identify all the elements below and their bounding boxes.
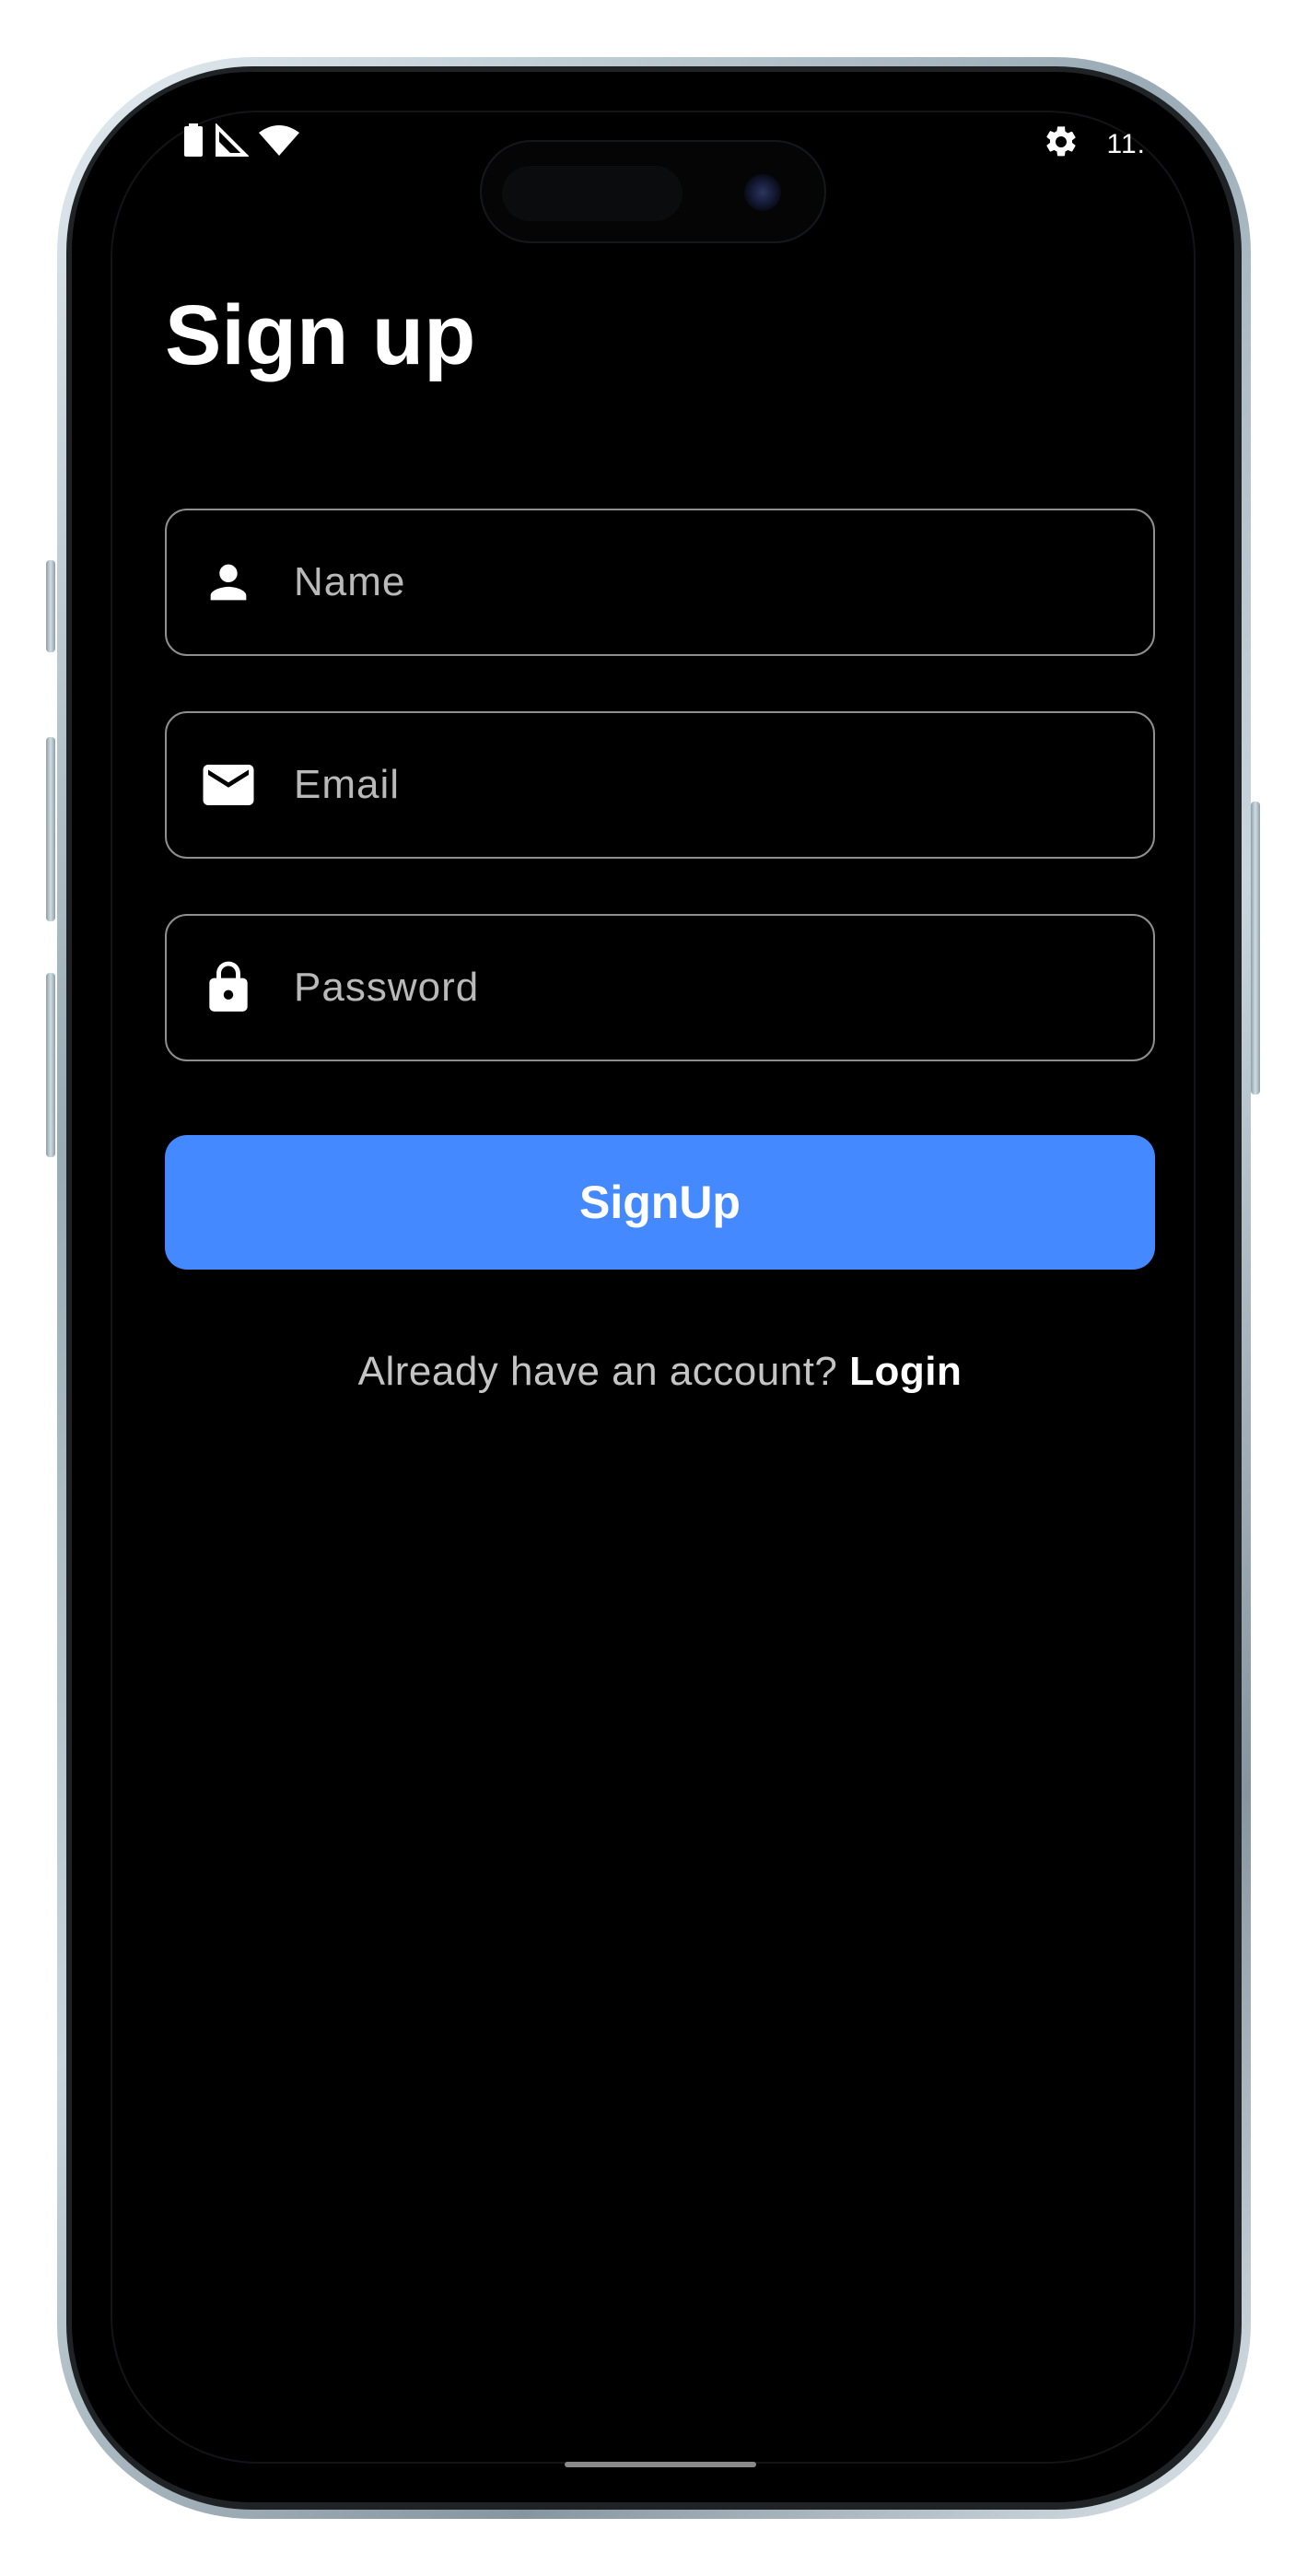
status-bar-left: [182, 123, 300, 161]
login-prompt-row: Already have an account? Login: [165, 1349, 1155, 1395]
screen-edge: [111, 111, 1196, 2464]
volume-up-button: [46, 737, 55, 921]
power-button: [1251, 802, 1260, 1095]
email-input[interactable]: [294, 762, 1126, 808]
login-prompt-text: Already have an account?: [357, 1349, 850, 1394]
lock-icon: [198, 957, 259, 1018]
front-camera: [744, 174, 781, 211]
volume-down-button: [46, 973, 55, 1157]
status-bar-right: 11.: [1043, 123, 1146, 165]
wifi-icon: [258, 123, 300, 161]
island-sensor: [502, 166, 683, 221]
status-time: 11.: [1106, 128, 1146, 159]
name-field[interactable]: [165, 509, 1155, 656]
email-field[interactable]: [165, 711, 1155, 859]
mail-icon: [198, 755, 259, 815]
gear-icon: [1043, 123, 1079, 165]
name-input[interactable]: [294, 559, 1126, 605]
page-title: Sign up: [165, 288, 476, 382]
signal-icon: [214, 123, 250, 161]
password-field[interactable]: [165, 914, 1155, 1061]
battery-icon: [182, 123, 204, 161]
home-indicator[interactable]: [565, 2462, 756, 2467]
login-link[interactable]: Login: [849, 1349, 962, 1394]
action-button: [46, 560, 55, 652]
app-screen: 11. Sign up SignUp Already have: [72, 72, 1234, 2502]
signup-button[interactable]: SignUp: [165, 1135, 1155, 1270]
password-input[interactable]: [294, 965, 1126, 1011]
person-icon: [198, 552, 259, 613]
dynamic-island: [480, 140, 826, 243]
